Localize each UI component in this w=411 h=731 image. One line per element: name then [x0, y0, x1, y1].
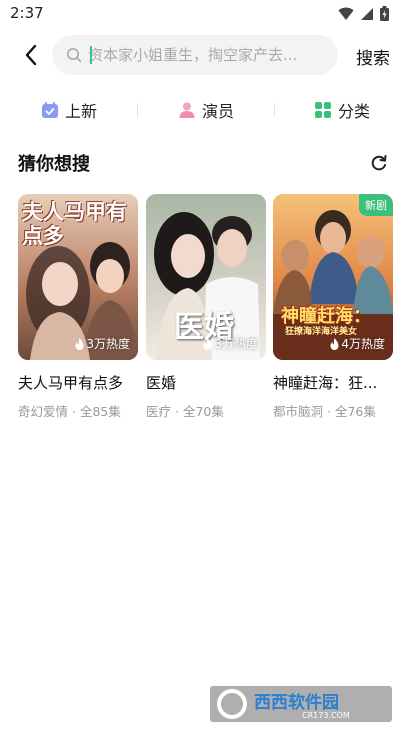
tab-categories-label: 分类: [338, 102, 371, 121]
poster-image[interactable]: 新剧 神瞳赶海： 狂撩海洋海洋美女 4万热度: [273, 194, 393, 360]
poster-image[interactable]: 夫人马甲有点多 3万热度: [18, 194, 138, 360]
tab-new-label: 上新: [65, 102, 98, 121]
flame-icon: [330, 337, 339, 350]
battery-icon: [380, 6, 389, 21]
heat-indicator: 4万热度: [330, 335, 385, 352]
back-button[interactable]: [18, 42, 44, 68]
heat-count: 4万热度: [341, 337, 385, 351]
drama-meta: 奇幻爱情 · 全85集: [18, 404, 121, 419]
flame-icon: [75, 337, 84, 350]
calendar-icon: [42, 102, 58, 118]
drama-card[interactable]: 夫人马甲有点多 3万热度 夫人马甲有点多 奇幻爱情 · 全85集: [18, 194, 138, 420]
heat-indicator: 3万热度: [203, 335, 258, 352]
drama-meta: 都市脑洞 · 全76集: [273, 404, 376, 419]
search-button[interactable]: 搜索: [356, 44, 390, 69]
search-box[interactable]: [52, 35, 338, 75]
watermark-url: CR173.COM: [302, 711, 350, 720]
watermark-logo: 西西软件园 CR173.COM: [210, 686, 392, 722]
divider: [274, 103, 275, 117]
status-bar: 2:37: [0, 0, 411, 28]
search-input[interactable]: [88, 41, 328, 69]
tab-new-releases[interactable]: 上新: [41, 98, 97, 122]
heat-count: 3万热度: [214, 337, 258, 351]
watermark-brand: 西西软件园: [254, 692, 339, 713]
divider: [137, 103, 138, 117]
tab-categories[interactable]: 分类: [314, 98, 370, 122]
drama-genre: 医疗: [146, 404, 172, 419]
refresh-icon[interactable]: [369, 153, 389, 173]
drama-title[interactable]: 夫人马甲有点多: [18, 372, 136, 393]
person-icon: [179, 102, 195, 118]
drama-meta: 医疗 · 全70集: [146, 404, 224, 419]
grid-icon: [315, 102, 331, 118]
flame-icon: [203, 337, 212, 350]
drama-genre: 奇幻爱情: [18, 404, 69, 419]
tab-actors[interactable]: 演员: [178, 98, 234, 122]
poster-image[interactable]: 医婚 3万热度: [146, 194, 266, 360]
wifi-icon: [338, 7, 354, 20]
new-badge: 新剧: [359, 194, 393, 216]
chevron-left-icon: [25, 44, 37, 66]
drama-episodes: 全70集: [182, 404, 224, 419]
quick-tabs: 上新 演员 分类: [0, 92, 411, 128]
heat-count: 3万热度: [86, 337, 130, 351]
drama-card[interactable]: 新剧 神瞳赶海： 狂撩海洋海洋美女 4万热度 神瞳赶海：狂... 都市脑洞 · …: [273, 194, 393, 420]
heat-indicator: 3万热度: [75, 335, 130, 352]
poster-title-text: 夫人马甲有点多: [22, 200, 127, 248]
signal-icon: [361, 7, 373, 20]
drama-card[interactable]: 医婚 3万热度 医婚 医疗 · 全70集: [146, 194, 266, 420]
search-icon: [67, 48, 82, 63]
status-time: 2:37: [10, 4, 44, 22]
status-icons: [338, 6, 389, 21]
drama-title[interactable]: 神瞳赶海：狂...: [273, 372, 391, 393]
drama-episodes: 全85集: [79, 404, 121, 419]
drama-genre: 都市脑洞: [273, 404, 324, 419]
drama-title[interactable]: 医婚: [146, 372, 264, 393]
section-title: 猜你想搜: [18, 154, 90, 175]
drama-episodes: 全76集: [334, 404, 376, 419]
search-bar: 搜索: [0, 32, 411, 78]
tab-actors-label: 演员: [202, 102, 235, 121]
text-cursor: [90, 46, 92, 64]
